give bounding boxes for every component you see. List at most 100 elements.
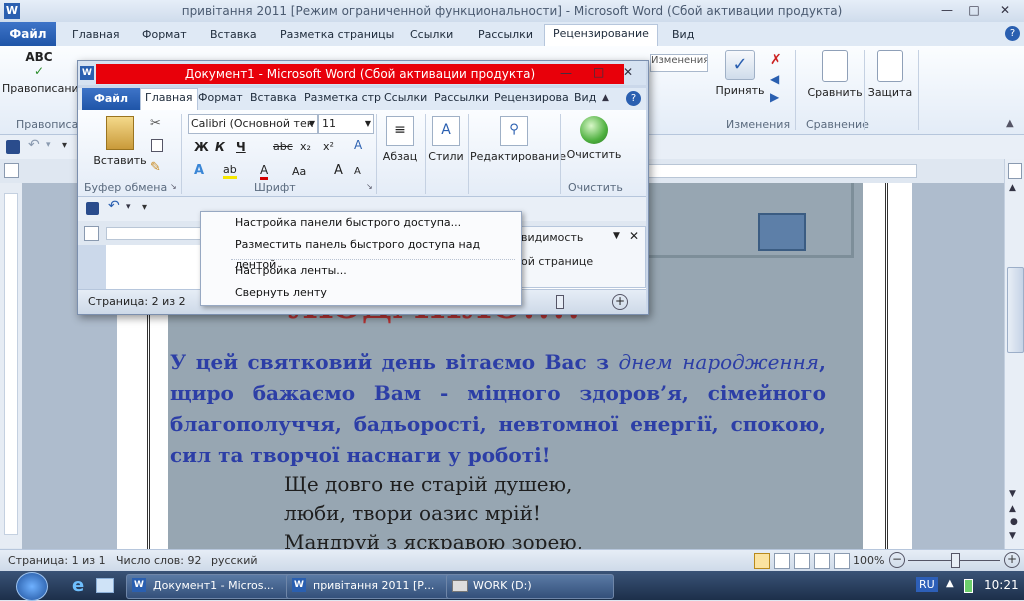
tab-page-layout[interactable]: Разметка стр [300, 89, 385, 109]
cut-icon[interactable]: ✂ [150, 116, 161, 131]
styles-button[interactable]: A Стили [425, 116, 467, 163]
accept-button[interactable]: ✓ Принять [712, 50, 768, 97]
print-layout-icon[interactable] [754, 553, 770, 569]
menu-item-customize-ribbon[interactable]: Настройка ленты... [235, 261, 347, 281]
ribbon-collapse-icon[interactable]: ▲ [1006, 118, 1014, 129]
battery-icon[interactable] [964, 579, 973, 593]
reading-layout-icon[interactable] [774, 553, 790, 569]
clear-formatting-icon[interactable]: A [354, 138, 362, 152]
show-desktop-icon[interactable] [96, 578, 114, 593]
subscript-button[interactable]: x₂ [300, 140, 311, 153]
change-case-button[interactable]: Aa [292, 165, 306, 178]
font-name-select[interactable]: Calibri (Основной тек ▼ [188, 114, 318, 134]
italic-button[interactable]: К [215, 140, 225, 154]
tab-review[interactable]: Рецензирова [490, 89, 573, 109]
tab-references[interactable]: Ссылки [380, 89, 431, 109]
zoom-slider-thumb[interactable] [556, 295, 564, 309]
highlight-icon[interactable]: ab [223, 163, 237, 179]
file-tab[interactable]: Файл [82, 88, 140, 110]
font-launcher-icon[interactable]: ↘ [366, 182, 373, 191]
previous-page-icon[interactable]: ▲ [1009, 504, 1016, 514]
tab-references[interactable]: Ссылки [402, 26, 461, 46]
customize-qat-icon[interactable]: ▾ [62, 140, 67, 151]
copy-icon[interactable] [151, 139, 163, 152]
scroll-up-icon[interactable]: ▲ [1009, 183, 1016, 193]
previous-change-icon[interactable]: ◀ [770, 72, 779, 86]
minimize-button[interactable]: — [560, 66, 572, 80]
customize-qat-icon[interactable]: ▾ [142, 202, 147, 213]
undo-icon[interactable]: ↶ [28, 137, 40, 153]
taskbar-item[interactable]: WORK (D:) [446, 574, 614, 599]
close-button[interactable]: ✕ [990, 2, 1020, 19]
help-icon[interactable]: ? [626, 91, 641, 106]
reject-icon[interactable]: ✗ [770, 52, 782, 68]
maximize-button[interactable]: □ [593, 65, 604, 79]
superscript-button[interactable]: x² [323, 140, 334, 153]
panel-dropdown-icon[interactable]: ▼ [613, 231, 620, 241]
track-changes-combo[interactable]: Изменения с показом исправления [650, 54, 708, 72]
save-icon[interactable] [6, 140, 20, 154]
format-painter-icon[interactable]: ✎ [150, 160, 161, 175]
status-words[interactable]: Число слов: 92 [116, 554, 202, 567]
font-size-select[interactable]: 11 ▼ [318, 114, 374, 134]
undo-dropdown-icon[interactable]: ▾ [126, 202, 131, 212]
tab-selector-icon[interactable] [4, 163, 19, 178]
menu-item-customize-qat[interactable]: Настройка панели быстрого доступа... [235, 213, 461, 233]
font-color-icon[interactable]: A [260, 163, 269, 180]
tab-view[interactable]: Вид [664, 26, 702, 46]
word-app-icon[interactable]: W [80, 66, 94, 80]
menu-item-minimize-ribbon[interactable]: Свернуть ленту [235, 283, 327, 303]
tab-mailings[interactable]: Рассылки [470, 26, 541, 46]
spelling-button[interactable]: ABC ✓ Правописание [2, 50, 85, 95]
browse-object-icon[interactable]: ● [1010, 517, 1018, 527]
vertical-scrollbar[interactable]: ▲ ▼ ▲ ● ▼ [1004, 159, 1024, 549]
tab-mailings[interactable]: Рассылки [430, 89, 493, 109]
file-tab[interactable]: Файл [0, 22, 56, 46]
web-layout-icon[interactable] [794, 553, 810, 569]
text-effects-icon[interactable]: A [194, 163, 204, 178]
strikethrough-button[interactable]: abc [273, 140, 293, 153]
compare-button[interactable]: Сравнить [806, 50, 864, 99]
save-icon[interactable] [86, 202, 99, 215]
help-icon[interactable]: ? [1005, 26, 1020, 41]
clear-button[interactable]: Очистить [562, 116, 626, 161]
status-page[interactable]: Страница: 1 из 1 [8, 554, 106, 567]
tab-review[interactable]: Рецензирование [544, 24, 658, 47]
language-indicator[interactable]: RU [916, 577, 938, 592]
tab-view[interactable]: Вид [570, 89, 600, 109]
ribbon-collapse-icon[interactable]: ▲ [602, 93, 609, 103]
zoom-in-icon[interactable]: + [1004, 552, 1020, 568]
outline-icon[interactable] [814, 553, 830, 569]
menu-item-show-qat-above[interactable]: Разместить панель быстрого доступа над л… [235, 235, 521, 271]
status-language[interactable]: русский [211, 554, 258, 567]
shrink-font-button[interactable]: A [354, 166, 361, 177]
protect-button[interactable]: Защита [866, 50, 914, 99]
undo-icon[interactable]: ↶ [108, 198, 120, 214]
editing-button[interactable]: ⚲ Редактирование [470, 116, 566, 163]
next-page-icon[interactable]: ▼ [1009, 531, 1016, 541]
panel-close-icon[interactable]: ✕ [629, 229, 639, 243]
paste-button[interactable]: Вставить [90, 116, 150, 167]
taskbar-item[interactable]: Документ1 - Micros... [126, 574, 302, 599]
zoom-out-icon[interactable]: − [889, 552, 905, 568]
paragraph-button[interactable]: ≡ Абзац [378, 116, 422, 163]
minimize-button[interactable]: — [934, 2, 960, 19]
ruler-toggle-icon[interactable] [1008, 163, 1022, 179]
maximize-button[interactable]: □ [961, 2, 987, 19]
tab-home[interactable]: Главная [140, 88, 198, 110]
tab-insert[interactable]: Вставка [202, 26, 265, 46]
zoom-slider-thumb[interactable] [951, 553, 960, 568]
tray-arrow-icon[interactable]: ▲ [946, 578, 954, 589]
status-page[interactable]: Страница: 2 из 2 [88, 295, 186, 308]
clipboard-launcher-icon[interactable]: ↘ [170, 182, 177, 191]
underline-button[interactable]: Ч [236, 140, 246, 154]
tab-page-layout[interactable]: Разметка страницы [272, 26, 402, 46]
grow-font-button[interactable]: A [334, 163, 343, 178]
clock[interactable]: 10:21 [984, 578, 1019, 592]
next-change-icon[interactable]: ▶ [770, 90, 779, 104]
taskbar-item[interactable]: привітання 2011 [Р... [286, 574, 464, 599]
internet-explorer-icon[interactable]: e [72, 575, 84, 596]
scroll-thumb[interactable] [1007, 267, 1024, 353]
tab-home[interactable]: Главная [64, 26, 128, 46]
zoom-in-icon[interactable]: + [612, 294, 628, 310]
